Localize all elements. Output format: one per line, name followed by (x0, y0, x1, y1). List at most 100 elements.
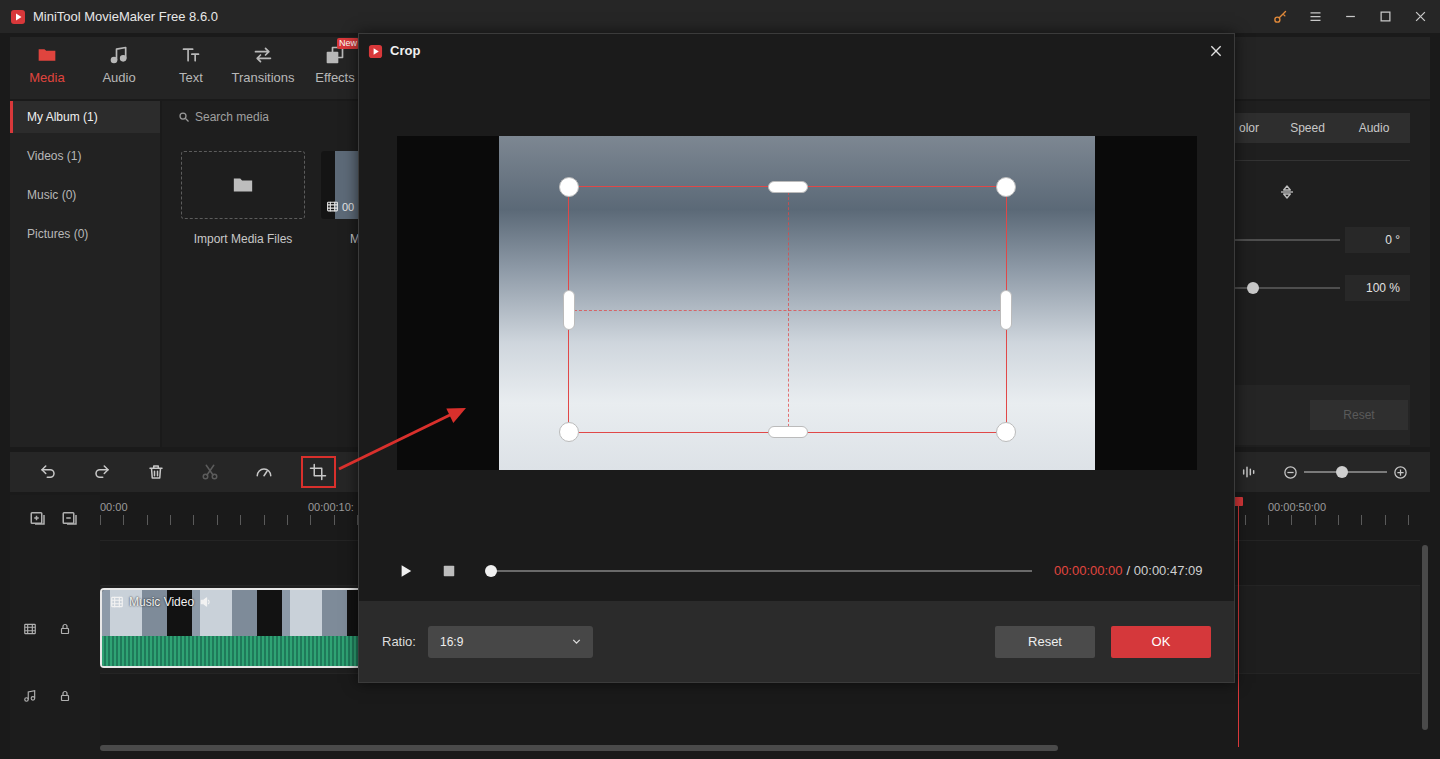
highlight-box (139, 456, 174, 488)
progress-track[interactable] (491, 570, 1032, 572)
undo-icon (39, 463, 57, 481)
app-logo-icon (10, 9, 26, 25)
clip-duration: 00 (342, 199, 354, 216)
window-title: MiniTool MovieMaker Free 8.6.0 (33, 7, 218, 27)
crop-button[interactable] (291, 452, 345, 492)
highlight-box (301, 456, 336, 488)
window-controls (1263, 0, 1438, 33)
title-bar: MiniTool MovieMaker Free 8.6.0 (0, 0, 1440, 33)
playhead[interactable] (1238, 497, 1239, 747)
properties-tab-label: Audio (1359, 119, 1390, 137)
menu-icon[interactable] (1298, 0, 1333, 33)
property-slider[interactable] (1235, 287, 1340, 289)
close-icon[interactable] (1403, 0, 1438, 33)
properties-tab[interactable]: olor (1235, 113, 1275, 143)
nav-tab[interactable]: Media (11, 37, 83, 99)
import-media[interactable]: Import Media Files (181, 151, 305, 247)
properties-tabs: olor Speed Audio (1235, 113, 1410, 143)
clip-info: 00 (326, 199, 354, 216)
nav-tab[interactable]: Audio (83, 37, 155, 99)
clip-label: Music Video (129, 593, 194, 611)
minimize-icon[interactable] (1333, 0, 1368, 33)
properties-panel: olor Speed Audio 0 ° 100 % Reset (1235, 101, 1430, 447)
audio-snap-icon[interactable] (1241, 464, 1257, 480)
key-icon[interactable] (1263, 0, 1298, 33)
sidebar-item-label: Videos (1) (27, 147, 81, 165)
property-row: 100 % (1235, 275, 1410, 301)
edge-handle[interactable] (1000, 290, 1012, 330)
remove-track-icon[interactable] (61, 509, 79, 527)
add-track-icon[interactable] (29, 509, 47, 527)
vertical-scrollbar[interactable] (1420, 495, 1430, 759)
flip-vertical-icon[interactable] (1279, 184, 1295, 200)
maximize-icon[interactable] (1368, 0, 1403, 33)
ok-button[interactable]: OK (1111, 626, 1211, 658)
sidebar-item[interactable]: Music (0) (10, 179, 160, 211)
reset-label: Reset (1343, 408, 1374, 422)
nav-tab[interactable]: Text (155, 37, 227, 99)
zoom-out-icon[interactable] (1283, 465, 1298, 480)
transitions-icon (253, 45, 273, 65)
slider-knob[interactable] (1247, 282, 1259, 294)
split-icon (201, 463, 219, 481)
folder-icon (37, 45, 57, 65)
film-icon (326, 200, 339, 213)
zoom-slider[interactable] (1304, 471, 1387, 473)
sidebar-item[interactable]: Pictures (0) (10, 218, 160, 250)
dialog-title: Crop (390, 41, 420, 61)
edge-handle[interactable] (563, 290, 575, 330)
undo-button[interactable] (21, 452, 75, 492)
nav-tab-label: Text (179, 70, 203, 86)
close-icon[interactable] (1202, 37, 1230, 65)
crop-dialog: Crop 00:00:00:00 / 00:00:47:09 Ratio: 16… (358, 33, 1235, 683)
nav-tab-label: Transitions (231, 70, 294, 86)
stop-icon[interactable] (441, 563, 457, 579)
crop-icon (309, 463, 327, 481)
property-value[interactable]: 100 % (1345, 275, 1410, 301)
properties-tab-label: olor (1239, 119, 1259, 137)
redo-button[interactable] (75, 452, 129, 492)
property-slider[interactable] (1235, 239, 1340, 241)
horizontal-scrollbar[interactable] (100, 742, 1420, 754)
sidebar-item[interactable]: Videos (1) (10, 140, 160, 172)
lock-icon[interactable] (59, 623, 71, 635)
nav-tab-label: Audio (102, 70, 135, 86)
play-icon[interactable] (398, 563, 414, 579)
button-label: OK (1152, 634, 1171, 649)
clip-header: Music Video (110, 593, 213, 611)
import-box[interactable] (181, 151, 305, 219)
property-row: 0 ° (1235, 227, 1410, 253)
folder-icon (232, 174, 254, 196)
progress-knob[interactable] (485, 565, 497, 577)
property-value[interactable]: 0 ° (1345, 227, 1410, 253)
text-icon (181, 45, 201, 65)
new-badge: New (337, 38, 359, 49)
sidebar-item[interactable]: My Album (1) (10, 101, 160, 133)
corner-handle[interactable] (996, 177, 1016, 197)
properties-tab-label: Speed (1290, 119, 1325, 137)
properties-tab[interactable]: Audio (1340, 113, 1408, 143)
nav-tab[interactable]: Transitions (227, 37, 299, 99)
video-track-icon (23, 622, 37, 636)
zoom-in-icon[interactable] (1393, 465, 1408, 480)
corner-handle[interactable] (996, 422, 1016, 442)
time-tick: 00:00:10: (308, 499, 354, 516)
reset-button[interactable]: Reset (995, 626, 1095, 658)
sidebar-item-label: Music (0) (27, 186, 76, 204)
total-duration: / 00:00:47:09 (1127, 561, 1203, 581)
button-label: Reset (1028, 634, 1062, 649)
lock-icon[interactable] (59, 690, 71, 702)
corner-handle[interactable] (559, 177, 579, 197)
crop-area[interactable] (568, 186, 1007, 433)
dialog-title-bar: Crop (359, 34, 1234, 68)
ratio-value: 16:9 (440, 633, 463, 651)
corner-handle[interactable] (559, 422, 579, 442)
speed-button[interactable] (237, 452, 291, 492)
delete-button[interactable] (129, 452, 183, 492)
zoom-knob[interactable] (1336, 466, 1348, 478)
edge-handle[interactable] (768, 426, 808, 438)
properties-tab[interactable]: Speed (1275, 113, 1340, 143)
edge-handle[interactable] (768, 181, 808, 193)
ratio-dropdown[interactable]: 16:9 (428, 626, 593, 658)
app-window: MiniTool MovieMaker Free 8.6.0 Media Audi… (0, 0, 1440, 759)
